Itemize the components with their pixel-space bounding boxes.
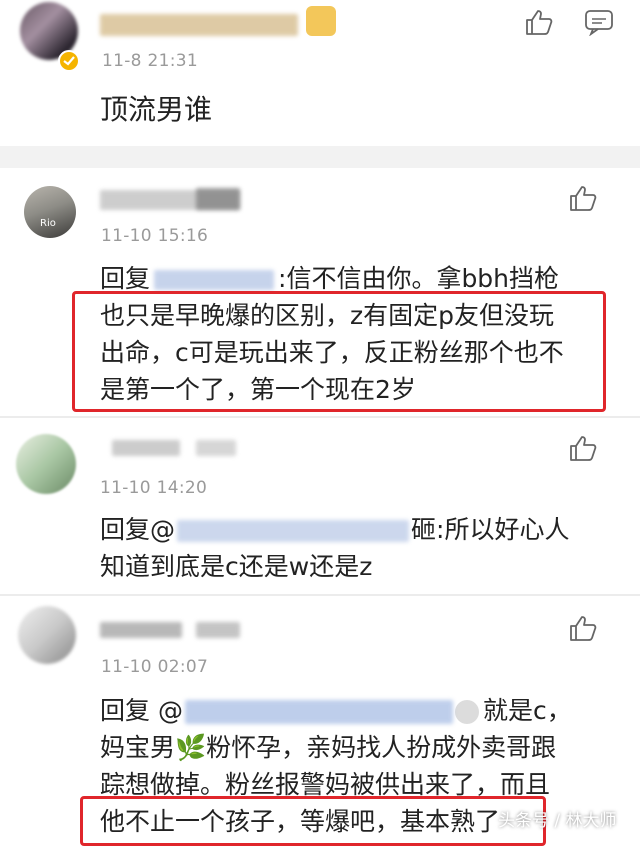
thumbs-up-icon[interactable] (568, 434, 598, 466)
username-suffix (196, 188, 240, 210)
thumbs-up-icon[interactable] (568, 184, 598, 216)
avatar[interactable] (18, 606, 76, 664)
username-suffix (196, 440, 236, 456)
mention[interactable] (177, 520, 410, 542)
thumbs-up-icon[interactable] (524, 8, 554, 40)
avatar[interactable] (16, 434, 76, 494)
comment-4: 11-10 02:07 回复 @ 就是c， 妈宝男🌿粉怀孕，亲妈找人扮成外卖哥跟 … (0, 596, 640, 846)
comment-3: 11-10 14:20 回复@ 砸:所以好心人 知道到底是c还是w还是z (0, 418, 640, 594)
username-suffix (196, 622, 240, 638)
thumbs-up-icon[interactable] (568, 614, 598, 646)
emoji-icon (454, 700, 479, 724)
comment-time: 11-10 15:16 (101, 226, 209, 246)
comment-time: 11-8 21:31 (102, 51, 198, 71)
verified-badge-icon (58, 50, 80, 72)
avatar[interactable]: Rio (24, 186, 76, 238)
comment-1: 11-8 21:31 顶流男谁 (0, 0, 640, 146)
mention[interactable] (184, 700, 453, 724)
comment-text: 顶流男谁 (100, 93, 213, 126)
vip-badge-icon (306, 6, 336, 36)
highlight-box (72, 291, 606, 412)
comment-time: 11-10 14:20 (100, 478, 208, 498)
highlight-box (80, 796, 546, 846)
separator (0, 146, 640, 168)
comment-text: 回复@ 砸:所以好心人 知道到底是c还是w还是z (100, 515, 570, 581)
comment-icon[interactable] (584, 8, 614, 40)
username[interactable] (112, 440, 180, 456)
mention[interactable] (154, 270, 275, 290)
username[interactable] (100, 14, 298, 36)
watermark: 头条号 / 林大师 (498, 811, 617, 831)
comment-time: 11-10 02:07 (101, 657, 209, 677)
comment-2: Rio 11-10 15:16 回复:信不信由你。拿bbh挡枪 也只是早晚爆的区… (0, 168, 640, 416)
username[interactable] (100, 622, 182, 638)
